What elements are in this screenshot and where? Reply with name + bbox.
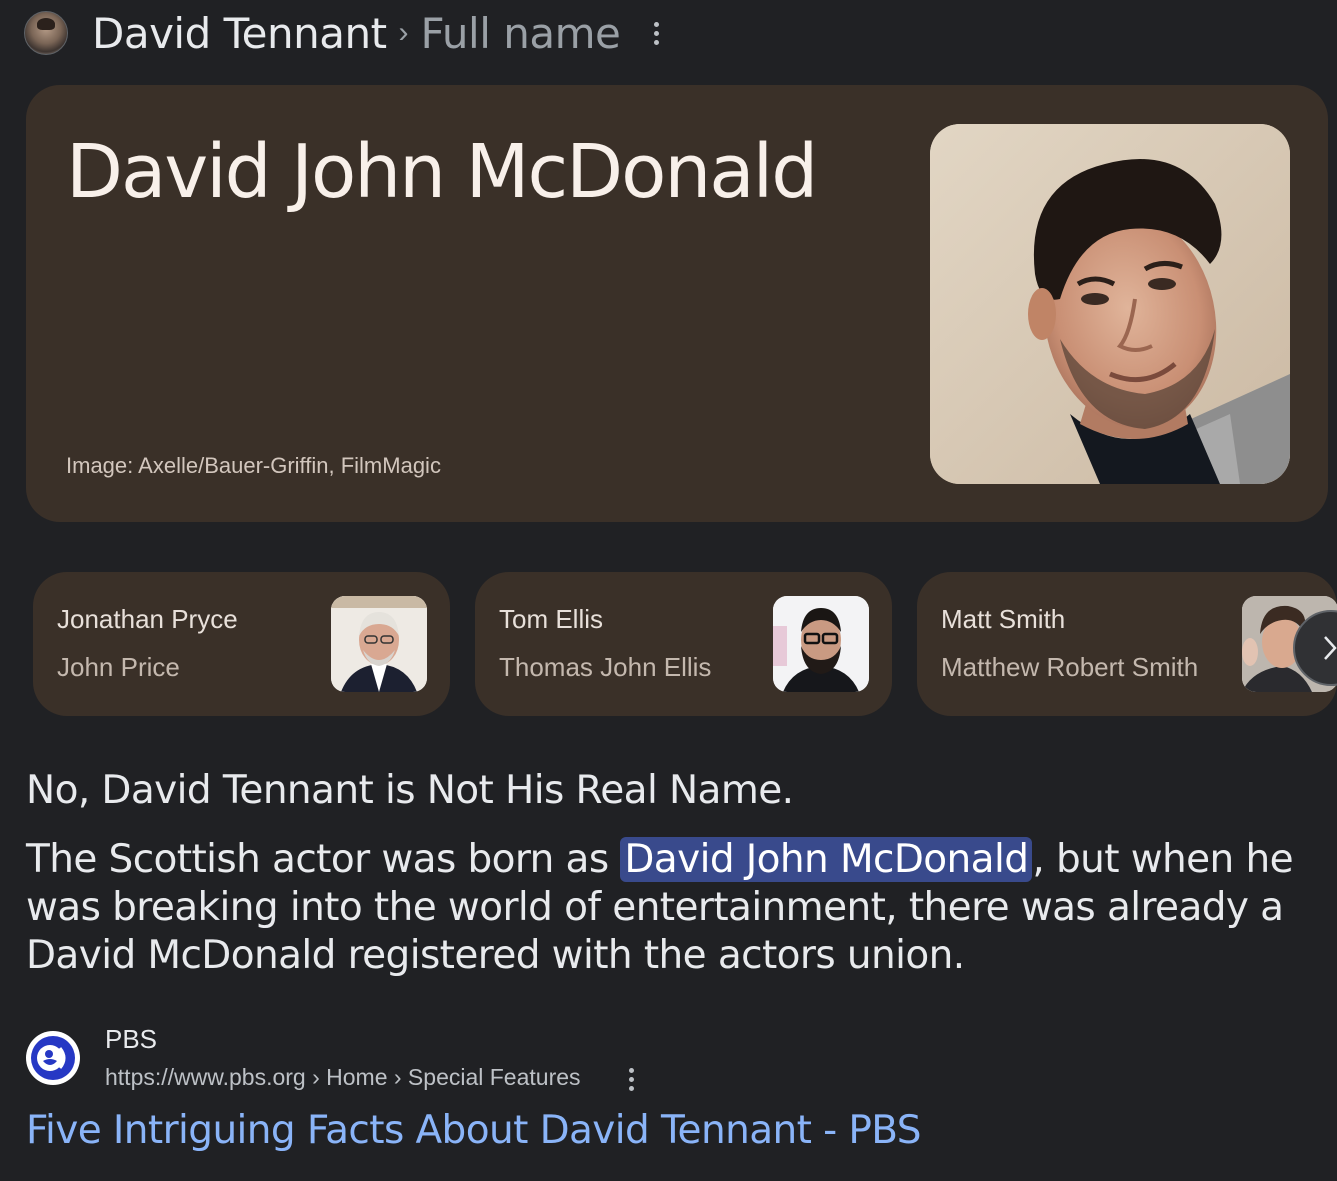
related-person-card-matt-smith[interactable]: Matt Smith Matthew Robert Smith: [917, 572, 1337, 716]
related-person-real-name: Matthew Robert Smith: [941, 652, 1199, 682]
related-person-card-tom-ellis[interactable]: Tom Ellis Thomas John Ellis: [475, 572, 892, 716]
entity-title[interactable]: David Tennant: [92, 9, 387, 58]
related-person-card-jonathan-pryce[interactable]: Jonathan Pryce John Price: [33, 572, 450, 716]
full-name-answer: David John McDonald: [66, 129, 818, 215]
source-site-name[interactable]: PBS: [105, 1024, 157, 1055]
david-tennant-avatar[interactable]: [24, 11, 68, 55]
search-result-page: David Tennant › Full name David John McD…: [0, 0, 1337, 1181]
image-credit: Image: Axelle/Bauer-Griffin, FilmMagic: [66, 453, 441, 478]
jonathan-pryce-thumbnail: [331, 596, 427, 692]
result-title-link[interactable]: Five Intriguing Facts About David Tennan…: [26, 1108, 922, 1153]
source-more-options-icon[interactable]: [622, 1064, 640, 1094]
related-person-real-name: Thomas John Ellis: [499, 652, 712, 682]
pbs-logo-icon[interactable]: [26, 1031, 80, 1085]
header-breadcrumb: David Tennant › Full name: [24, 8, 666, 58]
related-person-name: Matt Smith: [941, 604, 1066, 634]
david-tennant-photo[interactable]: [930, 124, 1290, 484]
breadcrumb-separator: ›: [398, 16, 409, 49]
related-person-name: Jonathan Pryce: [57, 604, 238, 634]
related-people-carousel: Jonathan Pryce John Price Tom Ellis Thom: [33, 572, 1337, 716]
chevron-right-icon: [1324, 636, 1337, 660]
source-url[interactable]: https://www.pbs.org › Home › Special Fea…: [105, 1064, 581, 1091]
snippet-body: The Scottish actor was born as David Joh…: [26, 836, 1326, 980]
more-options-icon[interactable]: [646, 18, 666, 48]
related-person-real-name: John Price: [57, 652, 180, 682]
attribute-label: Full name: [420, 8, 621, 58]
snippet-heading: No, David Tennant is Not His Real Name.: [26, 768, 794, 813]
related-person-name: Tom Ellis: [499, 604, 604, 634]
answer-card: David John McDonald Image: Axelle/Bauer-…: [26, 85, 1328, 522]
snippet-text-before: The Scottish actor was born as: [26, 837, 621, 882]
tom-ellis-thumbnail: [773, 596, 869, 692]
snippet-highlight: David John McDonald: [620, 837, 1033, 882]
